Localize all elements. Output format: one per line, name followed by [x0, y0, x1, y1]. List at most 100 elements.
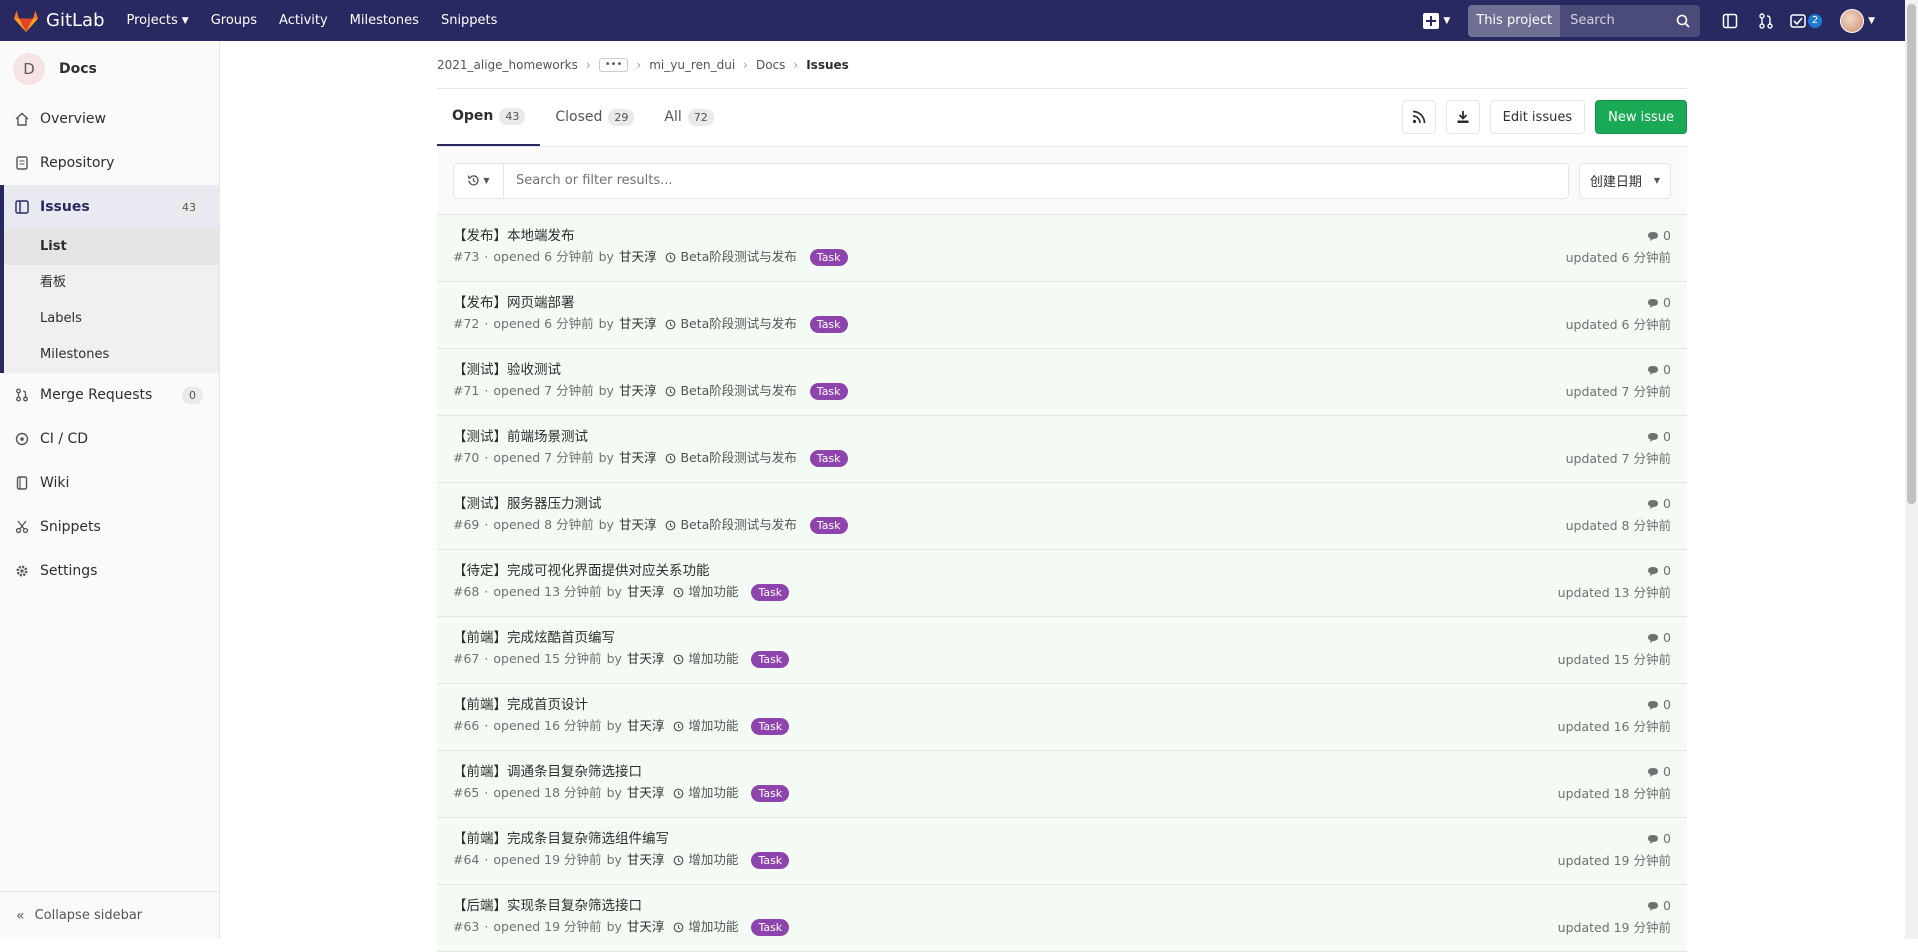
recent-searches-button[interactable]: ▼ — [454, 163, 504, 198]
issue-row[interactable]: 【前端】完成首页设计 #66 · opened 16 分钟前 by 甘天淳 增加… — [437, 684, 1687, 751]
page-scrollbar[interactable] — [1905, 0, 1918, 939]
issue-title[interactable]: 【测试】验收测试 — [453, 360, 1671, 380]
user-menu[interactable]: ▼ — [1840, 8, 1875, 33]
tab-all[interactable]: All 72 — [649, 88, 728, 146]
issue-author[interactable]: 甘天淳 — [619, 313, 657, 335]
issue-author[interactable]: 甘天淳 — [627, 849, 665, 871]
issue-milestone[interactable]: 增加功能 — [673, 581, 738, 603]
issue-row[interactable]: 【前端】调通条目复杂筛选接口 #65 · opened 18 分钟前 by 甘天… — [437, 751, 1687, 818]
issue-author[interactable]: 甘天淳 — [627, 648, 665, 670]
sidebar-subitem-labels[interactable]: Labels — [4, 301, 219, 337]
sidebar-item-snippets[interactable]: Snippets — [0, 505, 219, 549]
issue-row[interactable]: 【待定】完成可视化界面提供对应关系功能 #68 · opened 13 分钟前 … — [437, 550, 1687, 617]
issue-label[interactable]: Task — [751, 650, 790, 668]
issue-title[interactable]: 【后端】实现条目复杂筛选接口 — [453, 896, 1671, 916]
issue-row[interactable]: 【后端】实现条目复杂筛选接口 #63 · opened 19 分钟前 by 甘天… — [437, 885, 1687, 952]
issues-nav-button[interactable] — [1712, 0, 1748, 41]
search-scope[interactable]: This project — [1468, 4, 1561, 37]
brand[interactable]: GitLab — [14, 10, 105, 32]
tab-open[interactable]: Open 43 — [437, 88, 541, 146]
sidebar-item-merge-requests[interactable]: Merge Requests 0 — [0, 373, 219, 417]
issue-milestone[interactable]: 增加功能 — [673, 648, 738, 670]
issue-author[interactable]: 甘天淳 — [619, 246, 657, 268]
nav-milestones[interactable]: Milestones — [350, 13, 419, 28]
issue-title[interactable]: 【发布】本地端发布 — [453, 226, 1671, 246]
breadcrumb-project[interactable]: Docs — [756, 58, 785, 72]
breadcrumb-current[interactable]: Issues — [806, 58, 849, 72]
issue-milestone[interactable]: 增加功能 — [673, 849, 738, 871]
issue-author[interactable]: 甘天淳 — [627, 782, 665, 804]
issue-milestone[interactable]: 增加功能 — [673, 782, 738, 804]
issue-comments[interactable]: 0 — [1566, 226, 1671, 246]
nav-snippets[interactable]: Snippets — [441, 13, 497, 28]
sidebar-item-ci-cd[interactable]: CI / CD — [0, 417, 219, 461]
issue-label[interactable]: Task — [751, 583, 790, 601]
issue-comments[interactable]: 0 — [1558, 628, 1671, 648]
issue-milestone[interactable]: 增加功能 — [673, 715, 738, 737]
issue-row[interactable]: 【发布】网页端部署 #72 · opened 6 分钟前 by 甘天淳 Beta… — [437, 282, 1687, 349]
scrollbar-thumb[interactable] — [1907, 4, 1916, 504]
nav-activity[interactable]: Activity — [279, 13, 328, 28]
project-context[interactable]: D Docs — [0, 41, 219, 97]
issue-title[interactable]: 【待定】完成可视化界面提供对应关系功能 — [453, 561, 1671, 581]
sidebar-subitem-board[interactable]: 看板 — [4, 265, 219, 301]
issue-row[interactable]: 【测试】服务器压力测试 #69 · opened 8 分钟前 by 甘天淳 Be… — [437, 483, 1687, 550]
nav-groups[interactable]: Groups — [211, 13, 257, 28]
issue-label[interactable]: Task — [809, 449, 848, 467]
sidebar-item-overview[interactable]: Overview — [0, 97, 219, 141]
issue-author[interactable]: 甘天淳 — [619, 447, 657, 469]
issue-comments[interactable]: 0 — [1558, 762, 1671, 782]
issue-milestone[interactable]: Beta阶段测试与发布 — [665, 313, 797, 335]
issue-label[interactable]: Task — [751, 918, 790, 936]
issue-label[interactable]: Task — [809, 248, 848, 266]
issue-author[interactable]: 甘天淳 — [627, 715, 665, 737]
issue-row[interactable]: 【前端】完成条目复杂筛选组件编写 #64 · opened 19 分钟前 by … — [437, 818, 1687, 885]
issue-title[interactable]: 【发布】网页端部署 — [453, 293, 1671, 313]
sidebar-item-settings[interactable]: Settings — [0, 549, 219, 593]
issue-label[interactable]: Task — [751, 851, 790, 869]
issue-title[interactable]: 【测试】前端场景测试 — [453, 427, 1671, 447]
issue-title[interactable]: 【测试】服务器压力测试 — [453, 494, 1671, 514]
breadcrumb-expand-button[interactable]: ••• — [598, 57, 629, 72]
sidebar-subitem-milestones[interactable]: Milestones — [4, 337, 219, 373]
issue-label[interactable]: Task — [751, 784, 790, 802]
issue-title[interactable]: 【前端】完成首页设计 — [453, 695, 1671, 715]
issue-label[interactable]: Task — [809, 516, 848, 534]
issue-author[interactable]: 甘天淳 — [627, 916, 665, 938]
issue-label[interactable]: Task — [809, 382, 848, 400]
filter-search-input[interactable]: Search or filter results... — [504, 173, 673, 188]
new-issue-button[interactable]: New issue — [1595, 100, 1687, 134]
issue-comments[interactable]: 0 — [1558, 695, 1671, 715]
new-dropdown-button[interactable]: ▼ — [1423, 12, 1450, 29]
issue-milestone[interactable]: Beta阶段测试与发布 — [665, 380, 797, 402]
sidebar-subitem-list[interactable]: List — [4, 229, 219, 265]
issue-label[interactable]: Task — [751, 717, 790, 735]
issue-author[interactable]: 甘天淳 — [619, 514, 657, 536]
collapse-sidebar-button[interactable]: « Collapse sidebar — [0, 891, 219, 939]
issue-title[interactable]: 【前端】完成炫酷首页编写 — [453, 628, 1671, 648]
nav-projects[interactable]: Projects ▼ — [127, 13, 189, 28]
tab-closed[interactable]: Closed 29 — [540, 88, 649, 146]
sort-dropdown[interactable]: 创建日期 ▼ — [1578, 162, 1671, 199]
issue-milestone[interactable]: 增加功能 — [673, 916, 738, 938]
rss-button[interactable] — [1401, 100, 1436, 134]
issue-author[interactable]: 甘天淳 — [619, 380, 657, 402]
todos-nav-button[interactable]: 2 — [1784, 0, 1828, 41]
issue-comments[interactable]: 0 — [1566, 293, 1671, 313]
breadcrumb-group[interactable]: 2021_alige_homeworks — [437, 58, 578, 72]
issue-label[interactable]: Task — [809, 315, 848, 333]
issue-row[interactable]: 【测试】验收测试 #71 · opened 7 分钟前 by 甘天淳 Beta阶… — [437, 349, 1687, 416]
sidebar-item-issues[interactable]: Issues 43 — [0, 185, 219, 229]
issue-comments[interactable]: 0 — [1558, 561, 1671, 581]
edit-issues-button[interactable]: Edit issues — [1489, 100, 1586, 134]
search-box[interactable]: This project Search — [1468, 4, 1701, 37]
filtered-search[interactable]: ▼ Search or filter results... — [453, 162, 1569, 199]
sidebar-item-wiki[interactable]: Wiki — [0, 461, 219, 505]
issue-milestone[interactable]: Beta阶段测试与发布 — [665, 246, 797, 268]
issue-comments[interactable]: 0 — [1558, 896, 1671, 916]
issue-title[interactable]: 【前端】调通条目复杂筛选接口 — [453, 762, 1671, 782]
issue-title[interactable]: 【前端】完成条目复杂筛选组件编写 — [453, 829, 1671, 849]
issue-comments[interactable]: 0 — [1566, 360, 1671, 380]
issue-milestone[interactable]: Beta阶段测试与发布 — [665, 447, 797, 469]
issue-author[interactable]: 甘天淳 — [627, 581, 665, 603]
